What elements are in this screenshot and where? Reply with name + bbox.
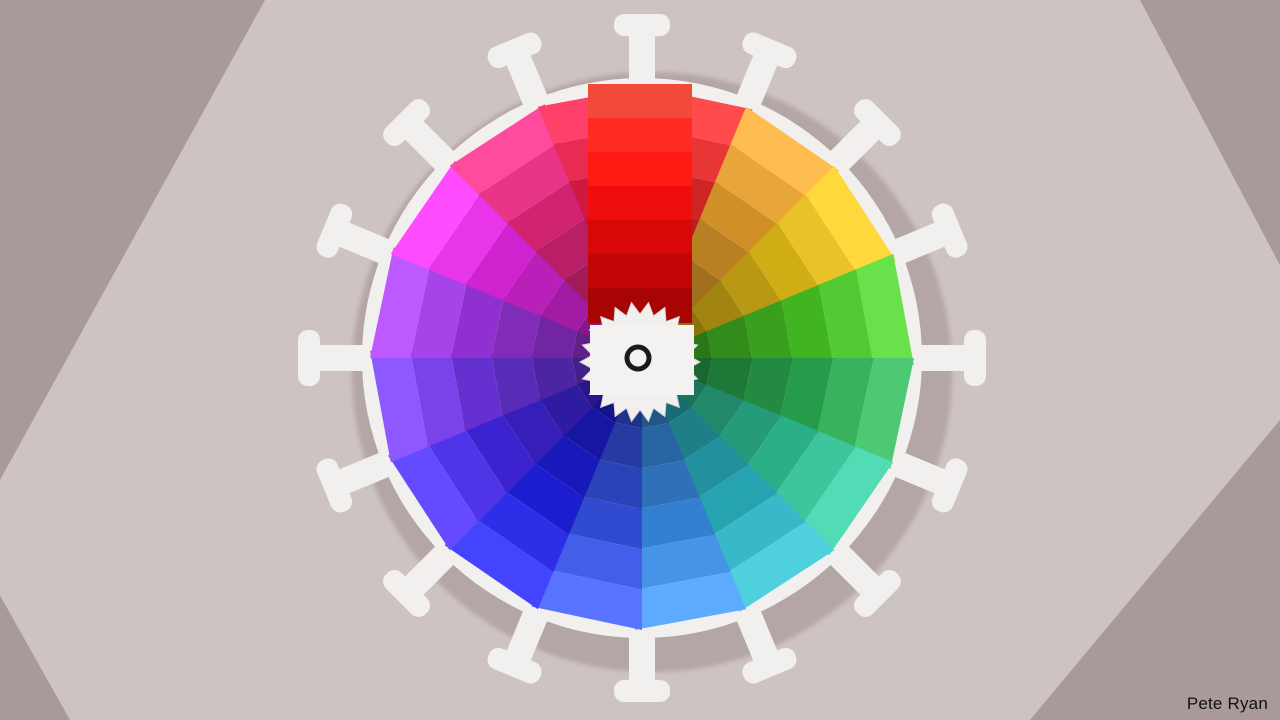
red-chip (588, 220, 692, 255)
hub-label-plate (590, 325, 694, 395)
red-chip (588, 254, 692, 289)
illustration-canvas: Pete Ryan (0, 0, 1280, 720)
top-red-swatch-strip (588, 84, 692, 323)
red-chip (588, 152, 692, 187)
red-chip (588, 118, 692, 153)
red-chip (588, 84, 692, 119)
artist-credit: Pete Ryan (1186, 694, 1268, 713)
red-chip (588, 186, 692, 221)
colour-wheel-virus-illustration (0, 0, 1280, 720)
